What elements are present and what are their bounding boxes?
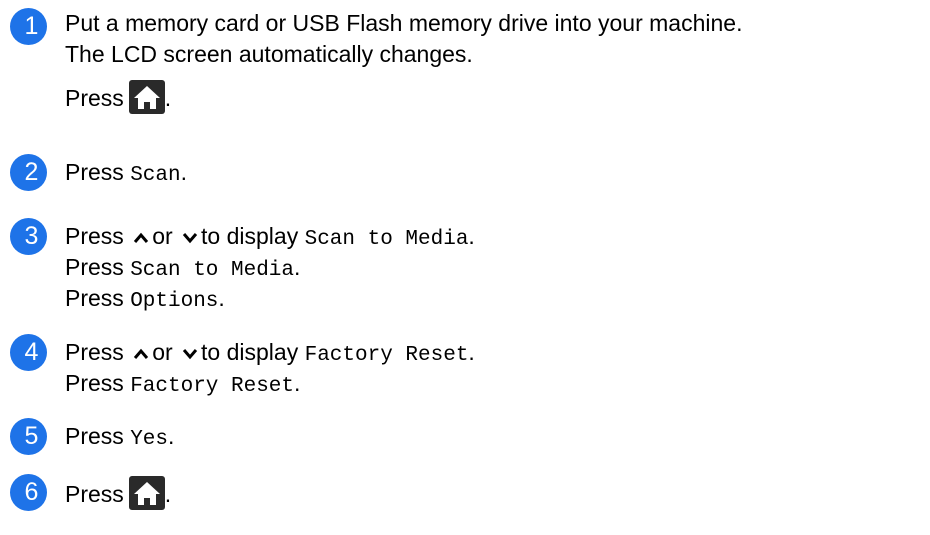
home-icon [128, 80, 165, 114]
step-number-badge: 6 [10, 474, 47, 511]
step-4-text: Press or to display Factory Reset. Press… [65, 337, 475, 399]
to-display-text: to display [201, 339, 299, 365]
lcd-option-yes: Yes [130, 428, 168, 451]
step-3-text: Press or to display Scan to Media. Press… [65, 221, 475, 314]
step-number-badge: 2 [10, 154, 47, 191]
step-4-line-1: Press or to display Factory Reset. [65, 337, 475, 368]
or-text: or [152, 223, 173, 249]
step-6-line-1: Press. [65, 476, 172, 510]
press-text: Press [65, 481, 124, 507]
step-5-line-1: Press Yes. [65, 421, 174, 452]
arrow-up-icon [134, 232, 149, 243]
lcd-option-scan-to-media: Scan to Media [304, 228, 469, 251]
home-icon [128, 476, 165, 510]
period: . [294, 254, 301, 280]
period: . [468, 223, 475, 249]
arrow-down-icon [182, 233, 198, 244]
step-5-text: Press Yes. [65, 421, 174, 452]
period: . [468, 339, 475, 365]
lcd-option-scan-to-media: Scan to Media [130, 259, 295, 282]
step-1-line-1: Put a memory card or USB Flash memory dr… [65, 10, 743, 36]
step-number-badge: 1 [10, 8, 47, 45]
step-number-badge: 4 [10, 334, 47, 371]
press-text: Press [65, 285, 124, 311]
press-text: Press [65, 223, 124, 249]
to-display-text: to display [201, 223, 299, 249]
period: . [218, 285, 225, 311]
period: . [164, 481, 172, 507]
period: . [168, 423, 175, 449]
press-text: Press [65, 423, 124, 449]
step-number-badge: 5 [10, 418, 47, 455]
press-text: Press [65, 159, 124, 185]
lcd-option-options: Options [130, 290, 219, 313]
step-2-text: Press Scan. [65, 157, 187, 188]
lcd-option-factory-reset: Factory Reset [304, 344, 469, 367]
step-3-line-2: Press Scan to Media. [65, 252, 475, 283]
or-text: or [152, 339, 173, 365]
step-6-text: Press. [65, 476, 172, 510]
step-2-line-1: Press Scan. [65, 157, 187, 188]
lcd-option-scan: Scan [130, 164, 181, 187]
arrow-down-icon [182, 349, 198, 360]
step-4-line-2: Press Factory Reset. [65, 368, 475, 399]
arrow-up-icon [134, 348, 149, 359]
period: . [294, 370, 301, 396]
press-text: Press [65, 339, 124, 365]
step-1-text: Put a memory card or USB Flash memory dr… [65, 8, 742, 118]
step-3-line-1: Press or to display Scan to Media. [65, 221, 475, 252]
lcd-option-factory-reset: Factory Reset [130, 375, 295, 398]
period: . [180, 159, 187, 185]
step-number-badge: 3 [10, 218, 47, 255]
step-1-line-3: Press. [65, 78, 742, 118]
press-text: Press [65, 254, 124, 280]
step-3-line-3: Press Options. [65, 283, 475, 314]
press-text: Press [65, 85, 124, 111]
step-1-line-2: The LCD screen automatically changes. [65, 41, 473, 67]
press-text: Press [65, 370, 124, 396]
period: . [164, 85, 172, 111]
